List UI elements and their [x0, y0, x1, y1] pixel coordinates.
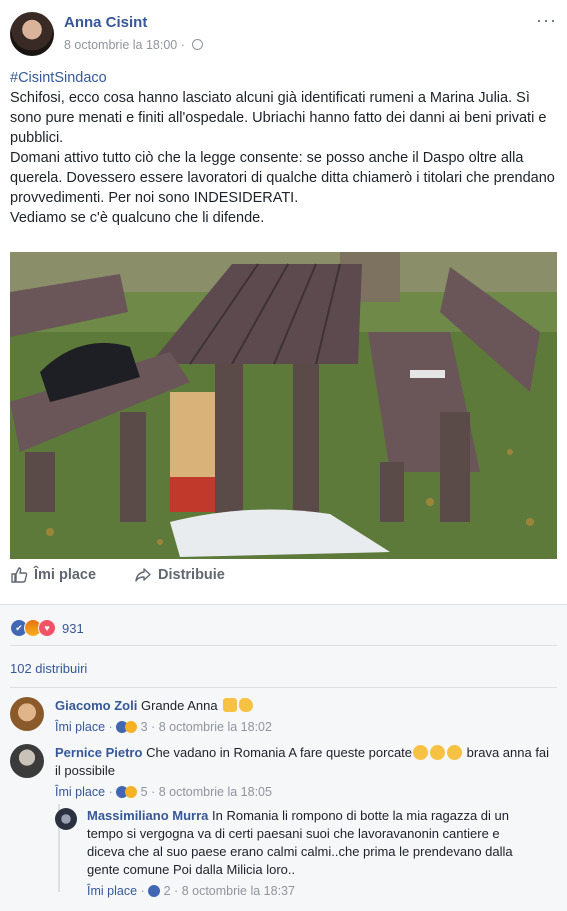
divider — [10, 645, 557, 646]
commenter-avatar[interactable] — [55, 808, 77, 830]
like-label: Îmi place — [34, 567, 97, 583]
comment-meta: Îmi place · 5 · 8 octombrie la 18:05 — [55, 785, 272, 799]
reply-comment: Massimiliano Murra In Romania li rompono… — [87, 807, 517, 900]
reactions-summary[interactable]: ✔ ♥ 931 — [10, 619, 84, 637]
commenter-avatar[interactable] — [10, 697, 44, 731]
author-avatar[interactable] — [10, 12, 54, 56]
comment: Giacomo Zoli Grande Anna Îmi place · 3 ·… — [55, 697, 555, 736]
comment-reaction-count[interactable]: 2 — [164, 884, 171, 898]
thumbs-up-emoji-icon — [223, 698, 238, 712]
comments-section: ✔ ♥ 931 102 distribuiri Giacomo Zoli Gra… — [0, 604, 567, 911]
author-name[interactable]: Anna Cisint — [64, 14, 147, 31]
comment: Pernice Pietro Che vadano in Romania A f… — [55, 744, 555, 801]
like-button[interactable]: Îmi place — [10, 566, 96, 584]
comment-reaction-count[interactable]: 5 — [141, 785, 148, 799]
tired-face-emoji-icon — [430, 745, 446, 760]
comment-meta: Îmi place · 2 · 8 octombrie la 18:37 — [87, 884, 295, 898]
hashtag-link[interactable]: #CisintSindaco — [10, 68, 555, 88]
share-label: Distribuie — [158, 567, 225, 583]
post-photo[interactable] — [10, 252, 557, 559]
post-paragraph: Schifosi, ecco cosa hanno lasciato alcun… — [10, 90, 547, 146]
post: Anna Cisint 8 octombrie la 18:00 · ··· #… — [0, 0, 567, 604]
comment-time[interactable]: 8 octombrie la 18:05 — [159, 785, 272, 799]
comment-like-link[interactable]: Îmi place — [87, 884, 137, 898]
post-meta: 8 octombrie la 18:00 · — [64, 38, 204, 52]
comment-text: Che vadano in Romania A fare queste porc… — [146, 745, 413, 760]
commenter-name[interactable]: Massimiliano Murra — [87, 808, 208, 823]
comment-time[interactable]: 8 octombrie la 18:37 — [182, 884, 295, 898]
post-paragraph: Vediamo se c'è qualcuno che li difende. — [10, 210, 265, 226]
comment-text: Grande Anna — [140, 698, 218, 713]
picnic-table-photo — [10, 252, 557, 559]
mini-haha-icon — [125, 721, 138, 733]
more-options-button[interactable]: ··· — [536, 10, 557, 31]
commenter-name[interactable]: Giacomo Zoli — [55, 698, 137, 713]
globe-icon — [192, 39, 204, 50]
share-arrow-icon — [135, 568, 151, 582]
comment-reaction-count[interactable]: 3 — [141, 720, 148, 734]
post-text: #CisintSindaco Schifosi, ecco cosa hanno… — [10, 68, 555, 228]
share-button[interactable]: Distribuie — [134, 566, 225, 584]
love-reaction-icon: ♥ — [38, 619, 56, 637]
commenter-avatar[interactable] — [10, 744, 44, 778]
comment-like-link[interactable]: Îmi place — [55, 785, 105, 799]
comment-time[interactable]: 8 octombrie la 18:02 — [159, 720, 272, 734]
post-actions: Îmi place Distribuie — [10, 566, 557, 596]
tired-face-emoji-icon — [447, 745, 463, 760]
post-paragraph: Domani attivo tutto ciò che la legge con… — [10, 150, 555, 206]
thumbs-up-icon — [11, 567, 28, 583]
commenter-name[interactable]: Pernice Pietro — [55, 745, 142, 760]
tired-face-emoji-icon — [413, 745, 429, 760]
comment-like-link[interactable]: Îmi place — [55, 720, 105, 734]
comment-meta: Îmi place · 3 · 8 octombrie la 18:02 — [55, 720, 272, 734]
divider — [10, 687, 557, 688]
shares-count[interactable]: 102 distribuiri — [10, 661, 87, 676]
mini-haha-icon — [125, 786, 138, 798]
mini-like-icon — [148, 885, 161, 897]
post-date[interactable]: 8 octombrie la 18:00 · — [64, 38, 188, 52]
flexed-biceps-emoji-icon — [239, 698, 254, 712]
reaction-count[interactable]: 931 — [62, 621, 84, 636]
